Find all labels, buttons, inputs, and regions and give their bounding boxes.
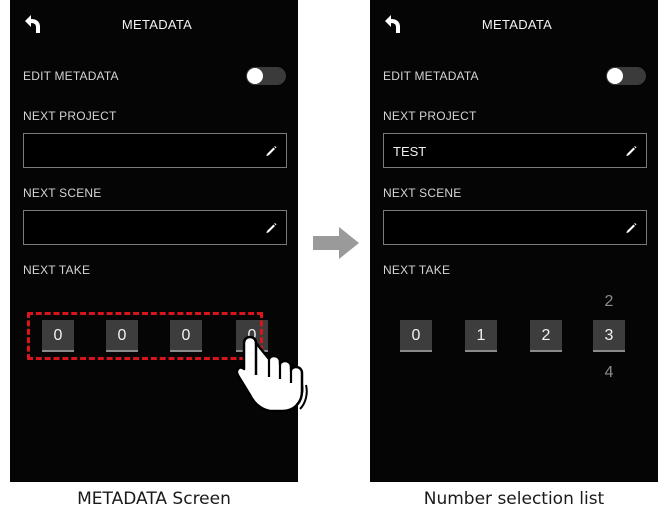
edit-metadata-label: EDIT METADATA: [23, 69, 119, 83]
pointing-hand-icon: [236, 335, 308, 413]
next-project-label: NEXT PROJECT: [383, 109, 477, 123]
take-digit-2[interactable]: 1: [465, 320, 497, 352]
next-project-field[interactable]: [23, 133, 287, 168]
pencil-icon[interactable]: [264, 221, 278, 235]
toggle-knob: [607, 68, 623, 84]
edit-metadata-toggle[interactable]: [606, 67, 646, 85]
next-scene-label: NEXT SCENE: [23, 186, 102, 200]
pencil-icon[interactable]: [624, 144, 638, 158]
caption-metadata-screen: METADATA Screen: [77, 489, 231, 509]
digit-highlight-frame: [27, 312, 263, 360]
next-scene-label: NEXT SCENE: [383, 186, 462, 200]
toggle-knob: [247, 68, 263, 84]
next-take-label: NEXT TAKE: [383, 263, 451, 277]
next-project-value: TEST: [393, 144, 427, 159]
caption-number-selection-list: Number selection list: [423, 489, 605, 509]
metadata-screen-right: METADATA EDIT METADATA NEXT PROJECT TEST…: [370, 0, 658, 482]
pencil-icon[interactable]: [624, 221, 638, 235]
take-digit-3[interactable]: 2: [530, 320, 562, 352]
selection-list-below[interactable]: 4: [593, 364, 625, 382]
page-title: METADATA: [481, 17, 553, 32]
page-title: METADATA: [121, 17, 193, 32]
take-digit-1[interactable]: 0: [400, 320, 432, 352]
take-digit-4[interactable]: 3: [593, 320, 625, 352]
next-project-field[interactable]: TEST: [383, 133, 647, 168]
next-scene-field[interactable]: [23, 210, 287, 245]
edit-metadata-label: EDIT METADATA: [383, 69, 479, 83]
edit-metadata-toggle[interactable]: [246, 67, 286, 85]
selection-list-above[interactable]: 2: [593, 293, 625, 311]
next-project-label: NEXT PROJECT: [23, 109, 117, 123]
right-arrow-icon: [313, 227, 359, 259]
next-scene-field[interactable]: [383, 210, 647, 245]
pencil-icon[interactable]: [264, 144, 278, 158]
next-take-label: NEXT TAKE: [23, 263, 91, 277]
